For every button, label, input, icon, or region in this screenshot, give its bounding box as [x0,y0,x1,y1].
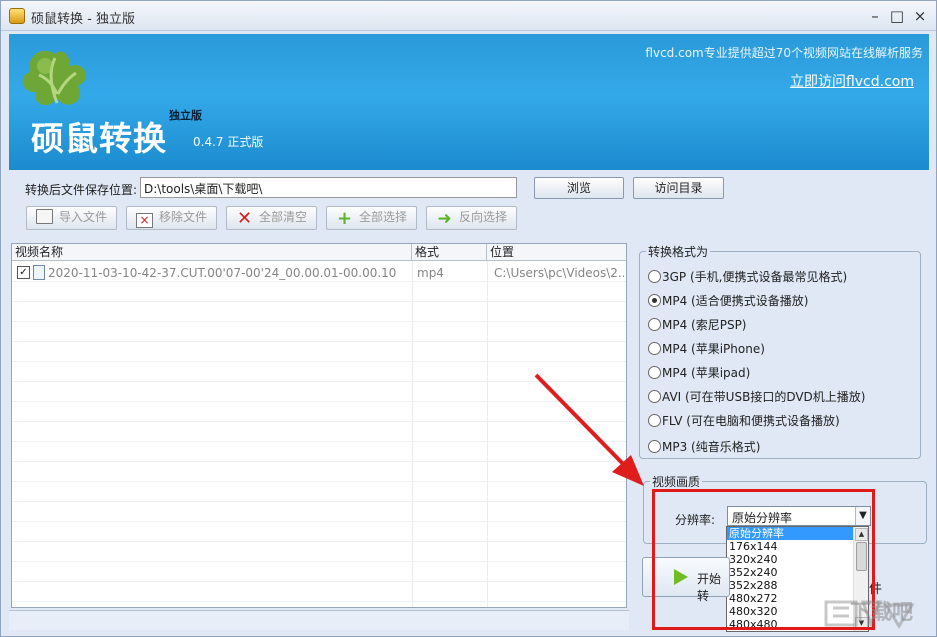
list-item [12,542,626,562]
radio-selected-icon [648,294,661,307]
select-all-button[interactable]: + 全部选择 [326,206,417,230]
output-format-group: 转换格式为 3GP (手机,便携式设备最常见格式) MP4 (适合便携式设备播放… [639,243,921,459]
clear-all-icon: ✕ [236,208,253,229]
remove-file-icon: × [135,213,153,228]
format-option-mp3[interactable]: MP3 (纯音乐格式) [648,438,760,456]
radio-icon [648,270,661,283]
app-window: 硕鼠转换 - 独立版 – □ × flvcd.com专业提供超过70个视频网站在… [0,0,937,637]
remove-file-button[interactable]: × 移除文件 [126,206,217,230]
visit-directory-button[interactable]: 访问目录 [633,177,724,199]
list-item [12,342,626,362]
format-option-mp4-iphone[interactable]: MP4 (苹果iPhone) [648,340,765,358]
banner-service-text: flvcd.com专业提供超过70个视频网站在线解析服务 [645,46,923,60]
title-bar: 硕鼠转换 - 独立版 – □ × [1,1,936,31]
import-file-label: 导入文件 [58,210,107,224]
format-option-label: AVI (可在带USB接口的DVD机上播放) [662,390,866,404]
format-option-label: MP4 (索尼PSP) [662,318,747,332]
video-name-column-header[interactable]: 视频名称 [12,244,412,261]
format-option-label: FLV (可在电脑和便携式设备播放) [662,414,840,428]
invert-selection-button[interactable]: ➜ 反向选择 [426,206,517,230]
red-arrow-icon [534,373,644,486]
version-label: 0.4.7 正式版 [193,135,264,149]
app-icon [9,8,25,24]
format-option-3gp[interactable]: 3GP (手机,便携式设备最常见格式) [648,268,847,286]
invert-selection-label: 反向选择 [458,210,507,224]
watermark-text: 下载吧 [850,600,913,624]
app-name: 硕鼠转换 [31,119,167,158]
edition-label: 独立版 [169,109,202,122]
arrow-right-icon: ➜ [437,209,452,229]
format-option-label: MP4 (适合便携式设备播放) [662,294,809,308]
list-item [12,322,626,342]
format-option-label: MP4 (苹果iPhone) [662,342,765,356]
save-location-input[interactable]: D:\tools\桌面\下载吧\ [140,177,517,198]
video-name-cell: 2020-11-03-10-42-37.CUT.00'07-00'24_00.0… [48,266,397,280]
maximize-button[interactable]: □ [886,6,908,26]
status-bar [9,610,629,630]
import-file-icon [35,209,53,224]
list-item [12,522,626,542]
window-title: 硕鼠转换 - 独立版 [31,12,135,27]
format-column-header[interactable]: 格式 [412,244,487,261]
clear-all-button[interactable]: ✕ 全部清空 [226,206,317,230]
browse-button[interactable]: 浏览 [534,177,624,199]
radio-icon [648,342,661,355]
list-item [12,502,626,522]
format-option-flv[interactable]: FLV (可在电脑和便携式设备播放) [648,412,840,430]
visit-flvcd-link[interactable]: 立即访问flvcd.com [790,71,914,91]
video-quality-title: 视频画质 [650,473,703,490]
list-item [12,582,626,602]
minimize-button[interactable]: – [864,6,886,26]
row-checkbox[interactable]: ✓ [17,266,30,279]
app-banner: flvcd.com专业提供超过70个视频网站在线解析服务 立即访问flvcd.c… [9,34,929,170]
format-option-avi[interactable]: AVI (可在带USB接口的DVD机上播放) [648,388,865,406]
close-button[interactable]: × [909,6,931,26]
format-option-label: MP3 (纯音乐格式) [662,440,761,454]
plus-icon: + [336,208,353,229]
import-file-button[interactable]: 导入文件 [26,206,117,230]
clear-all-label: 全部清空 [258,210,307,224]
format-option-mp4-psp[interactable]: MP4 (索尼PSP) [648,316,747,334]
save-location-label: 转换后文件保存位置: [25,183,138,197]
list-item [12,562,626,582]
remove-file-label: 移除文件 [158,210,207,224]
format-option-mp4-ipad[interactable]: MP4 (苹果ipad) [648,364,750,382]
file-icon [33,265,45,280]
location-column-header[interactable]: 位置 [487,244,626,261]
location-cell: C:\Users\pc\Videos\2... [494,266,624,280]
leaf-logo-icon [22,50,87,106]
output-format-title: 转换格式为 [646,243,711,260]
format-cell: mp4 [417,266,444,280]
format-option-mp4-portable[interactable]: MP4 (适合便携式设备播放) [648,292,808,310]
format-option-label: 3GP (手机,便携式设备最常见格式) [662,270,848,284]
list-item [12,302,626,322]
list-item [12,282,626,302]
radio-icon [648,318,661,331]
select-all-label: 全部选择 [358,210,407,224]
format-option-label: MP4 (苹果ipad) [662,366,751,380]
